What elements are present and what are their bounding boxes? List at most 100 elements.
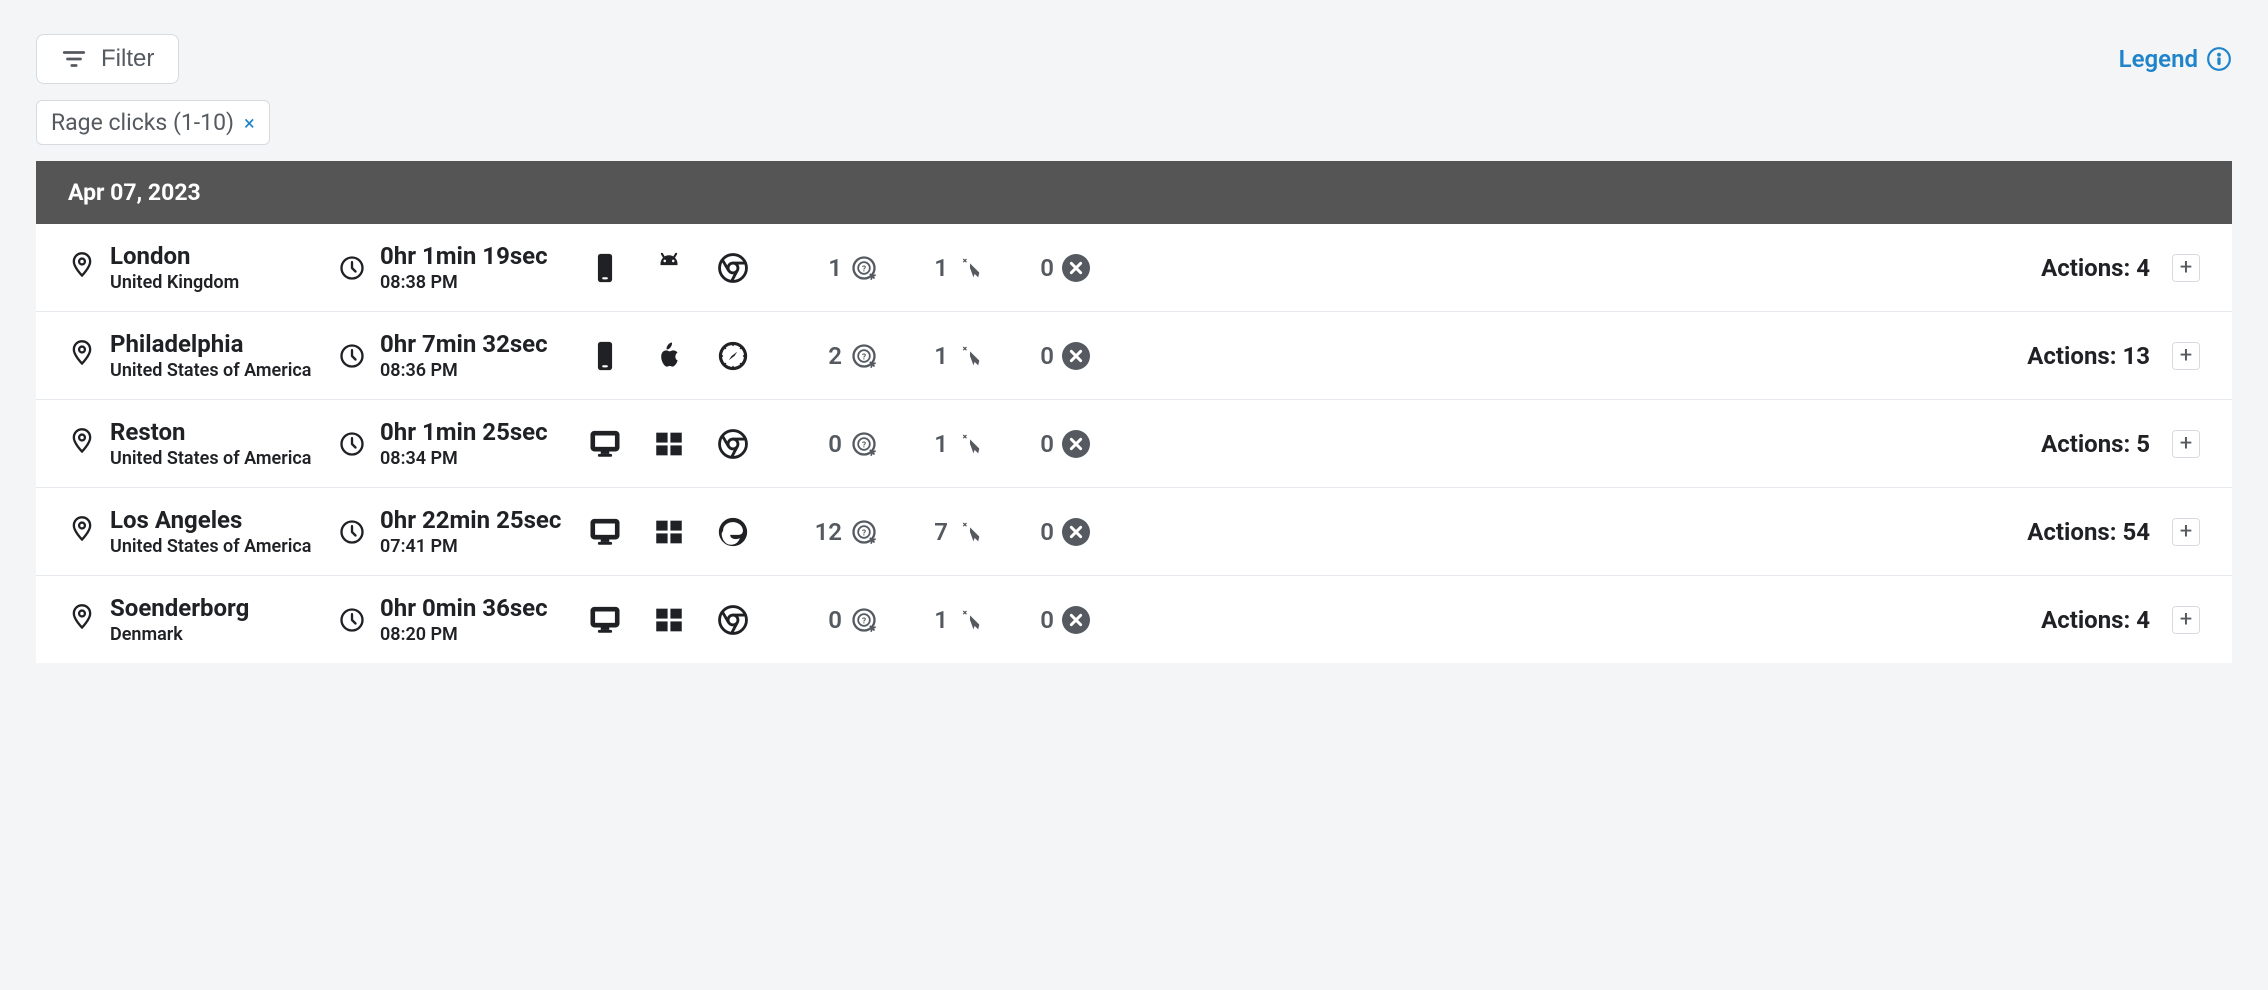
actions-cell: Actions: 5 + xyxy=(2041,430,2200,458)
session-list: Apr 07, 2023 London United Kingdom 0hr 1… xyxy=(36,161,2232,663)
location-cell: Los Angeles United States of America xyxy=(68,506,338,557)
city-label: Los Angeles xyxy=(110,506,311,534)
platform-cell xyxy=(588,251,808,285)
filter-chips: Rage clicks (1-10) × xyxy=(36,100,2232,145)
rage-click-metric: 0 xyxy=(808,430,878,458)
city-label: Reston xyxy=(110,418,311,446)
expand-button[interactable]: + xyxy=(2172,606,2200,634)
metrics-cell: 0 1 0 xyxy=(808,430,1108,458)
windows-os-icon xyxy=(652,515,686,549)
chip-label: Rage clicks (1-10) xyxy=(51,109,234,136)
metrics-cell: 12 7 0 xyxy=(808,518,1108,546)
session-row[interactable]: London United Kingdom 0hr 1min 19sec 08:… xyxy=(36,224,2232,312)
time-label: 08:20 PM xyxy=(380,624,548,645)
metrics-cell: 1 1 0 xyxy=(808,254,1108,282)
desktop-device-icon xyxy=(588,515,622,549)
rage-click-count: 0 xyxy=(828,430,842,458)
dead-click-metric: 1 xyxy=(914,606,984,634)
legend-button[interactable]: Legend xyxy=(2119,45,2232,73)
time-label: 07:41 PM xyxy=(380,536,561,557)
country-label: United States of America xyxy=(110,360,311,381)
city-label: Philadelphia xyxy=(110,330,311,358)
error-icon xyxy=(1062,254,1090,282)
clock-icon xyxy=(338,254,366,282)
filter-button[interactable]: Filter xyxy=(36,34,179,84)
expand-button[interactable]: + xyxy=(2172,430,2200,458)
session-row[interactable]: Reston United States of America 0hr 1min… xyxy=(36,400,2232,488)
error-icon xyxy=(1062,342,1090,370)
clock-icon xyxy=(338,342,366,370)
duration-cell: 0hr 1min 19sec 08:38 PM xyxy=(338,242,588,293)
duration-cell: 0hr 0min 36sec 08:20 PM xyxy=(338,594,588,645)
dead-click-count: 1 xyxy=(934,430,948,458)
chrome-browser-icon xyxy=(716,427,750,461)
error-metric: 0 xyxy=(1020,518,1090,546)
actions-count-label: Actions: 13 xyxy=(2027,342,2150,370)
metrics-cell: 0 1 0 xyxy=(808,606,1108,634)
dead-click-icon xyxy=(956,606,984,634)
dead-click-icon xyxy=(956,430,984,458)
dead-click-count: 1 xyxy=(934,254,948,282)
dead-click-metric: 1 xyxy=(914,430,984,458)
platform-cell xyxy=(588,603,808,637)
duration-label: 0hr 22min 25sec xyxy=(380,506,561,534)
expand-button[interactable]: + xyxy=(2172,518,2200,546)
session-row[interactable]: Los Angeles United States of America 0hr… xyxy=(36,488,2232,576)
duration-cell: 0hr 7min 32sec 08:36 PM xyxy=(338,330,588,381)
location-pin-icon xyxy=(68,251,96,285)
actions-count-label: Actions: 5 xyxy=(2041,430,2150,458)
platform-cell xyxy=(588,515,808,549)
rage-click-metric: 1 xyxy=(808,254,878,282)
expand-button[interactable]: + xyxy=(2172,342,2200,370)
actions-count-label: Actions: 4 xyxy=(2041,606,2150,634)
time-label: 08:34 PM xyxy=(380,448,548,469)
actions-count-label: Actions: 4 xyxy=(2041,254,2150,282)
location-pin-icon xyxy=(68,515,96,549)
expand-button[interactable]: + xyxy=(2172,254,2200,282)
duration-label: 0hr 1min 25sec xyxy=(380,418,548,446)
error-count: 0 xyxy=(1040,430,1054,458)
windows-os-icon xyxy=(652,603,686,637)
actions-cell: Actions: 54 + xyxy=(2027,518,2200,546)
rage-click-metric: 12 xyxy=(808,518,878,546)
duration-label: 0hr 0min 36sec xyxy=(380,594,548,622)
dead-click-icon xyxy=(956,518,984,546)
rage-click-count: 2 xyxy=(828,342,842,370)
rage-click-count: 1 xyxy=(828,254,842,282)
error-icon xyxy=(1062,606,1090,634)
actions-cell: Actions: 4 + xyxy=(2041,606,2200,634)
location-cell: London United Kingdom xyxy=(68,242,338,293)
location-cell: Reston United States of America xyxy=(68,418,338,469)
location-pin-icon xyxy=(68,603,96,637)
rage-click-icon xyxy=(850,430,878,458)
rage-click-icon xyxy=(850,518,878,546)
location-pin-icon xyxy=(68,427,96,461)
dead-click-icon xyxy=(956,254,984,282)
error-metric: 0 xyxy=(1020,254,1090,282)
rage-click-icon xyxy=(850,342,878,370)
error-icon xyxy=(1062,430,1090,458)
error-count: 0 xyxy=(1040,606,1054,634)
location-cell: Soenderborg Denmark xyxy=(68,594,338,645)
desktop-device-icon xyxy=(588,603,622,637)
actions-cell: Actions: 4 + xyxy=(2041,254,2200,282)
time-label: 08:38 PM xyxy=(380,272,548,293)
actions-cell: Actions: 13 + xyxy=(2027,342,2200,370)
error-metric: 0 xyxy=(1020,342,1090,370)
metrics-cell: 2 1 0 xyxy=(808,342,1108,370)
safari-browser-icon xyxy=(716,339,750,373)
error-count: 0 xyxy=(1040,254,1054,282)
legend-label: Legend xyxy=(2119,45,2198,73)
chip-remove-icon[interactable]: × xyxy=(244,111,255,135)
session-row[interactable]: Soenderborg Denmark 0hr 0min 36sec 08:20… xyxy=(36,576,2232,663)
dead-click-count: 1 xyxy=(934,606,948,634)
city-label: Soenderborg xyxy=(110,594,249,622)
dead-click-count: 1 xyxy=(934,342,948,370)
apple-os-icon xyxy=(652,339,686,373)
filter-icon xyxy=(61,46,87,72)
windows-os-icon xyxy=(652,427,686,461)
filter-chip-rage-clicks[interactable]: Rage clicks (1-10) × xyxy=(36,100,270,145)
clock-icon xyxy=(338,518,366,546)
session-row[interactable]: Philadelphia United States of America 0h… xyxy=(36,312,2232,400)
edge-browser-icon xyxy=(716,515,750,549)
